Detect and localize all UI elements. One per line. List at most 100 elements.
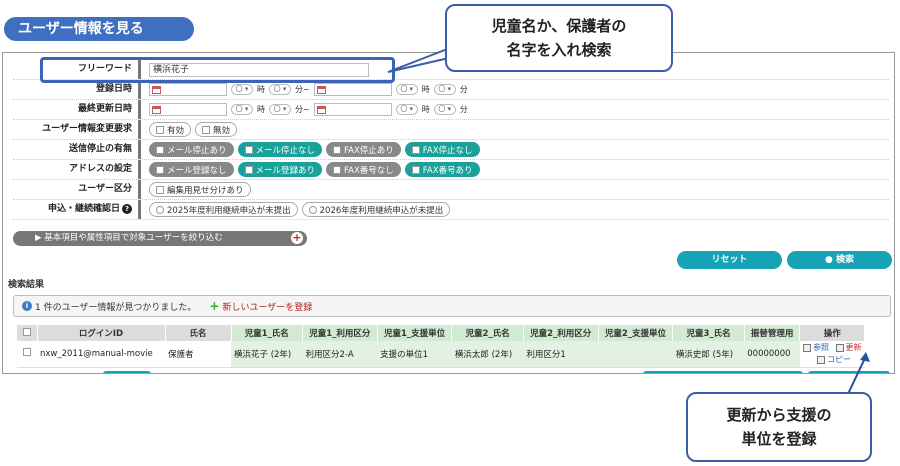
col-child1-unit[interactable]: 児童1_支援単位 xyxy=(377,325,453,341)
fax-stop-yes[interactable]: FAX停止あり xyxy=(326,142,401,157)
add-icon: + xyxy=(209,299,220,313)
cell-login-id: nxw_2011@manual-movie xyxy=(37,341,165,368)
radio-icon xyxy=(308,205,317,214)
col-child2-unit[interactable]: 児童2_支援単位 xyxy=(598,325,674,341)
button-strip xyxy=(643,371,803,373)
col-child1-name[interactable]: 児童1_氏名 xyxy=(231,325,303,341)
col-child2-class[interactable]: 児童2_利用区分 xyxy=(523,325,599,341)
checkbox-icon xyxy=(333,165,342,174)
hour-select[interactable]: 〇 ▾ xyxy=(395,104,418,115)
change-request-row: ユーザー情報変更要求 有効 無効 xyxy=(13,120,889,140)
change-request-invalid[interactable]: 無効 xyxy=(195,122,238,137)
hour-select[interactable]: 〇 ▾ xyxy=(395,84,418,95)
search-button[interactable]: ● 検索 xyxy=(787,251,892,269)
address-row: アドレスの設定 メール登録なし メール登録あり FAX番号なし FAX番号あり xyxy=(13,160,889,180)
application-2026[interactable]: 2026年度利用継続申込が未提出 xyxy=(301,202,451,217)
updated-from-date[interactable] xyxy=(149,103,227,116)
page-title: ユーザー情報を見る xyxy=(4,17,194,41)
minute-select[interactable]: 〇 ▾ xyxy=(433,84,456,95)
radio-icon xyxy=(156,205,164,214)
hour-select[interactable]: 〇 ▾ xyxy=(231,84,253,95)
checkbox-icon xyxy=(411,145,420,154)
user-class-row: ユーザー区分 編集用見せ分けあり xyxy=(13,180,889,200)
send-stop-row: 送信停止の有無 メール停止あり メール停止なし FAX停止あり FAX停止なし xyxy=(13,140,889,160)
results-count-text: 1 件のユーザー情報が見つかりました。 xyxy=(35,302,197,313)
user-class-label: ユーザー区分 xyxy=(13,180,141,199)
results-table: ログインID 氏名 児童1_氏名 児童1_利用区分 児童1_支援単位 児童2_氏… xyxy=(17,325,865,368)
callout-top: 児童名か、保護者の 名字を入れ検索 xyxy=(445,4,673,72)
search-panel: フリーワード 横浜花子 登録日時 〇 ▾ 時 〇 ▾ 分~ 〇 ▾ 時 〇 ▾ 分 最終… xyxy=(2,52,895,374)
updated-date-row: 最終更新日時 〇 ▾ 時 〇 ▾ 分~ 〇 ▾ 時 〇 ▾ 分 xyxy=(13,100,889,120)
checkbox-icon xyxy=(411,165,420,174)
cell-child2-class: 利用区分1 xyxy=(523,341,599,368)
fax-stop-no[interactable]: FAX停止なし xyxy=(404,142,480,157)
checkbox-icon xyxy=(244,165,253,174)
application-row: 申込・継続確認日? 2025年度利用継続申込が未提出 2026年度利用継続申込が… xyxy=(13,200,889,220)
cell-child2-unit xyxy=(598,341,673,368)
expand-filter-toggle[interactable]: ▶ 基本項目や属性項目で対象ユーザーを絞り込む + xyxy=(13,231,307,246)
application-2025[interactable]: 2025年度利用継続申込が未提出 xyxy=(149,202,298,217)
callout-bottom: 更新から支援の 単位を登録 xyxy=(686,392,872,462)
minute-select[interactable]: 〇 ▾ xyxy=(433,104,456,115)
application-label: 申込・継続確認日? xyxy=(13,200,141,219)
updated-to-date[interactable] xyxy=(313,103,392,116)
calendar-icon xyxy=(316,105,326,114)
view-link[interactable]: 参照 xyxy=(813,343,829,352)
cell-child1-name: 横浜花子 (2年) xyxy=(231,341,303,368)
registered-to-date[interactable] xyxy=(313,83,392,96)
col-child3-name[interactable]: 児童3_氏名 xyxy=(672,325,745,341)
calendar-icon xyxy=(316,85,326,94)
results-info: i 1 件のユーザー情報が見つかりました。 + 新しいユーザーを登録 xyxy=(13,295,891,317)
cell-child1-class: 利用区分2-A xyxy=(302,341,378,368)
col-name[interactable]: 氏名 xyxy=(165,325,232,341)
view-icon xyxy=(802,343,811,352)
select-all-header xyxy=(17,325,38,341)
table-row: nxw_2011@manual-movie 保護者 横浜花子 (2年) 利用区分… xyxy=(17,341,865,368)
button-strip xyxy=(103,371,151,373)
mail-stop-no[interactable]: メール停止なし xyxy=(237,142,323,157)
checkbox-icon xyxy=(156,145,164,154)
change-request-label: ユーザー情報変更要求 xyxy=(13,120,141,139)
col-child2-name[interactable]: 児童2_氏名 xyxy=(451,325,524,341)
row-checkbox[interactable] xyxy=(23,348,31,357)
calendar-icon xyxy=(152,105,161,114)
copy-icon xyxy=(816,355,825,364)
cell-name: 保護者 xyxy=(165,341,231,368)
callout-arrow xyxy=(847,352,870,395)
hour-select[interactable]: 〇 ▾ xyxy=(231,104,253,115)
col-child1-class[interactable]: 児童1_利用区分 xyxy=(302,325,378,341)
cell-transfer: 00000000 xyxy=(744,341,800,368)
fax-number-yes[interactable]: FAX番号あり xyxy=(404,162,480,177)
checkbox-icon xyxy=(156,125,164,134)
plus-icon: + xyxy=(291,231,303,244)
help-icon[interactable]: ? xyxy=(122,204,132,214)
checkbox-icon xyxy=(156,165,164,174)
fax-number-no[interactable]: FAX番号なし xyxy=(326,162,401,177)
col-operations: 操作 xyxy=(799,325,865,341)
mail-stop-yes[interactable]: メール停止あり xyxy=(149,142,234,157)
reset-button[interactable]: リセット xyxy=(677,251,782,269)
registered-from-date[interactable] xyxy=(149,83,227,96)
col-transfer[interactable]: 振替管理用 xyxy=(744,325,801,341)
checkbox-icon xyxy=(333,145,342,154)
results-heading: 検索結果 xyxy=(8,280,45,290)
change-request-valid[interactable]: 有効 xyxy=(149,122,192,137)
info-icon: i xyxy=(22,301,32,311)
user-class-option[interactable]: 編集用見せ分けあり xyxy=(149,182,251,197)
address-label: アドレスの設定 xyxy=(13,160,141,179)
mail-registered-yes[interactable]: メール登録あり xyxy=(237,162,323,177)
free-word-highlight xyxy=(40,57,395,83)
col-login-id[interactable]: ログインID xyxy=(37,325,166,341)
select-all-checkbox[interactable] xyxy=(22,327,31,336)
send-stop-label: 送信停止の有無 xyxy=(13,140,141,159)
checkbox-icon xyxy=(202,125,211,134)
minute-select[interactable]: 〇 ▾ xyxy=(269,84,291,95)
register-user-link[interactable]: 新しいユーザーを登録 xyxy=(222,300,312,313)
checkbox-icon xyxy=(156,185,164,194)
cell-child2-name: 横浜太郎 (2年) xyxy=(451,341,524,368)
checkbox-icon xyxy=(244,145,253,154)
calendar-icon xyxy=(152,85,161,94)
mail-registered-no[interactable]: メール登録なし xyxy=(149,162,234,177)
minute-select[interactable]: 〇 ▾ xyxy=(269,104,291,115)
cell-child1-unit: 支援の単位1 xyxy=(377,341,452,368)
